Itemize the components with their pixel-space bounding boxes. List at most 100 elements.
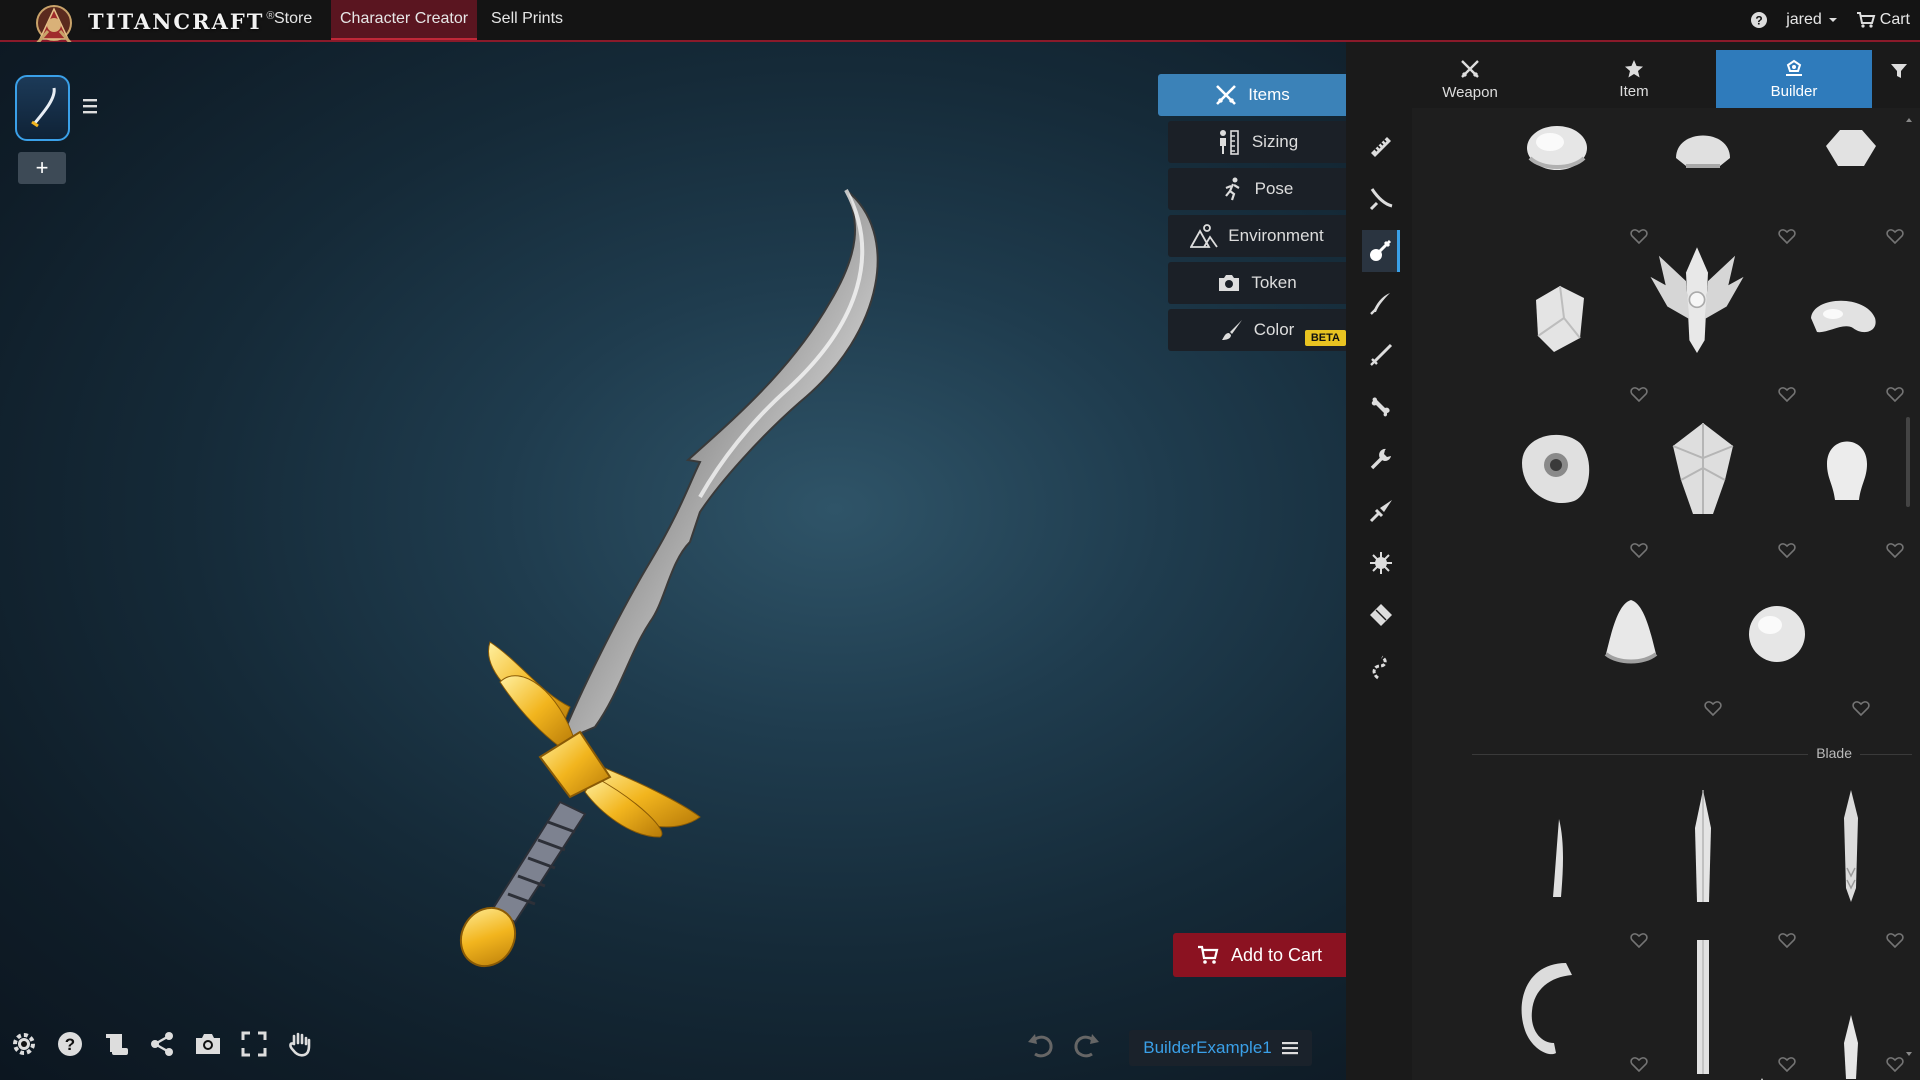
category-straight-blade[interactable] xyxy=(1362,334,1400,376)
part-item[interactable] xyxy=(1796,788,1906,908)
undo-icon[interactable] xyxy=(1025,1030,1055,1060)
nav-store[interactable]: Store xyxy=(265,0,321,40)
menu-items[interactable]: Items xyxy=(1158,74,1346,116)
menu-color[interactable]: Color BETA xyxy=(1168,309,1346,351)
character-thumbnail[interactable] xyxy=(15,75,70,141)
part-item[interactable] xyxy=(1648,108,1758,208)
category-feather[interactable] xyxy=(1362,282,1400,324)
category-ruler[interactable] xyxy=(1362,126,1400,168)
fullscreen-icon[interactable] xyxy=(240,1030,268,1058)
pan-hand-icon[interactable] xyxy=(286,1030,314,1058)
category-spiked[interactable] xyxy=(1362,542,1400,584)
category-dagger[interactable] xyxy=(1362,490,1400,532)
category-gem[interactable] xyxy=(1362,594,1400,636)
part-item[interactable] xyxy=(1648,408,1758,528)
sword-model[interactable] xyxy=(0,42,1346,1080)
favorite-icon[interactable] xyxy=(1886,542,1904,558)
titancraft-logo[interactable]: TITANCRAFT ® xyxy=(28,0,275,48)
category-pommel[interactable] xyxy=(1362,230,1400,272)
cart-label: Cart xyxy=(1879,11,1910,28)
settings-gear-icon[interactable] xyxy=(10,1030,38,1058)
crescent-hook-part-icon xyxy=(1521,963,1572,1055)
menu-sizing[interactable]: Sizing xyxy=(1168,121,1346,163)
cart-icon xyxy=(1856,12,1876,28)
tab-builder[interactable]: Builder xyxy=(1716,50,1872,108)
favorite-icon[interactable] xyxy=(1630,932,1648,948)
scrollbar-thumb[interactable] xyxy=(1906,417,1910,507)
part-item[interactable] xyxy=(1722,574,1832,694)
cart-link[interactable]: Cart xyxy=(1856,11,1910,29)
redo-icon[interactable] xyxy=(1072,1030,1102,1060)
help-circle-icon[interactable]: ? xyxy=(56,1030,84,1058)
category-hook[interactable] xyxy=(1362,646,1400,688)
favorite-icon[interactable] xyxy=(1886,386,1904,402)
favorite-icon[interactable] xyxy=(1852,700,1870,716)
filter-funnel-icon[interactable] xyxy=(1890,62,1908,80)
scroll-icon[interactable] xyxy=(102,1030,130,1058)
part-item[interactable] xyxy=(1642,238,1752,358)
bottom-toolbar: ? xyxy=(10,1030,314,1058)
3d-viewport[interactable]: + xyxy=(0,42,1346,1080)
scroll-up-icon[interactable] xyxy=(1906,117,1912,123)
nav-sell-prints[interactable]: Sell Prints xyxy=(482,0,572,40)
part-item[interactable] xyxy=(1648,788,1758,908)
favorite-icon[interactable] xyxy=(1778,1056,1796,1072)
scene-name-button[interactable]: BuilderExample1 xyxy=(1129,1030,1312,1066)
diamond-gem-icon xyxy=(1370,604,1392,626)
part-item[interactable] xyxy=(1576,574,1686,694)
favorite-icon[interactable] xyxy=(1886,228,1904,244)
hex-knob-part-icon xyxy=(1826,130,1876,166)
category-curved-blade[interactable] xyxy=(1362,178,1400,220)
part-item[interactable] xyxy=(1788,258,1898,378)
favorite-icon[interactable] xyxy=(1630,386,1648,402)
favorite-icon[interactable] xyxy=(1778,542,1796,558)
nav-character-creator[interactable]: Character Creator xyxy=(331,0,478,40)
part-item[interactable] xyxy=(1648,940,1758,1074)
part-item[interactable] xyxy=(1792,408,1902,528)
part-item[interactable] xyxy=(1796,108,1906,208)
curved-blade-icon xyxy=(1369,188,1393,211)
menu-sizing-label: Sizing xyxy=(1251,132,1299,151)
favorite-icon[interactable] xyxy=(1704,700,1722,716)
favorite-icon[interactable] xyxy=(1886,932,1904,948)
category-bone[interactable] xyxy=(1362,386,1400,428)
part-item[interactable] xyxy=(1502,408,1612,528)
part-item[interactable] xyxy=(1504,258,1614,378)
eye-socket-part-icon xyxy=(1522,434,1590,504)
favorite-icon[interactable] xyxy=(1778,228,1796,244)
tab-item[interactable]: Item xyxy=(1556,50,1712,108)
share-icon[interactable] xyxy=(148,1030,176,1058)
favorite-icon[interactable] xyxy=(1778,932,1796,948)
hamburger-menu-icon[interactable] xyxy=(80,96,102,116)
part-item[interactable] xyxy=(1496,948,1606,1068)
add-to-cart-button[interactable]: Add to Cart xyxy=(1173,933,1346,977)
tab-builder-label: Builder xyxy=(1770,82,1818,100)
straight-bar-blade-part-icon xyxy=(1697,940,1709,1074)
part-categories xyxy=(1346,108,1412,1080)
section-label: Blade xyxy=(1808,745,1860,761)
menu-token[interactable]: Token xyxy=(1168,262,1346,304)
camera-icon xyxy=(1219,275,1240,291)
part-item[interactable] xyxy=(1502,798,1612,918)
parts-grid: Blade xyxy=(1412,108,1912,1080)
bulb-part-icon xyxy=(1827,441,1867,500)
camera-icon[interactable] xyxy=(194,1030,222,1058)
scroll-down-icon[interactable] xyxy=(1906,1051,1912,1057)
menu-pose[interactable]: Pose xyxy=(1168,168,1346,210)
tab-weapon[interactable]: Weapon xyxy=(1392,50,1548,108)
user-area: ? jared Cart xyxy=(1750,0,1910,40)
favorite-icon[interactable] xyxy=(1630,542,1648,558)
question-circle-icon[interactable]: ? xyxy=(1750,11,1768,29)
part-item[interactable] xyxy=(1502,108,1612,208)
menu-environment[interactable]: Environment xyxy=(1168,215,1346,257)
round-knob-part-icon xyxy=(1527,126,1587,170)
category-wrench[interactable] xyxy=(1362,438,1400,480)
user-menu[interactable]: jared xyxy=(1786,11,1838,29)
favorite-icon[interactable] xyxy=(1630,1056,1648,1072)
dagger-icon xyxy=(1369,500,1392,523)
favorite-icon[interactable] xyxy=(1886,1056,1904,1072)
ruler-icon xyxy=(1371,137,1391,157)
favorite-icon[interactable] xyxy=(1778,386,1796,402)
add-character-button[interactable]: + xyxy=(18,152,66,184)
parts-scrollbar[interactable] xyxy=(1906,117,1912,1057)
